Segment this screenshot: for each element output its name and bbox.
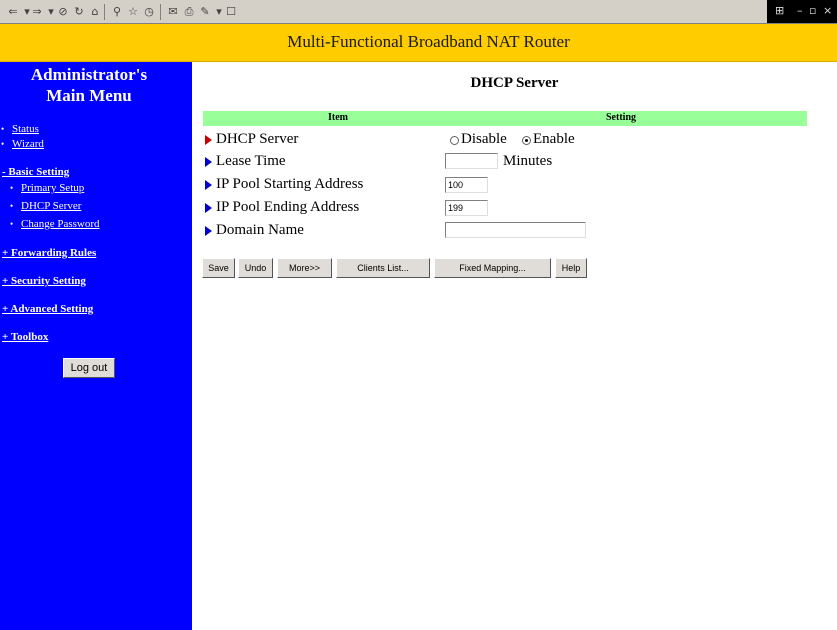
- lease-time-input[interactable]: [445, 153, 498, 169]
- back-icon[interactable]: ⇐: [6, 5, 20, 19]
- sidebar-item-primary-setup[interactable]: Primary Setup: [21, 182, 84, 194]
- toolbar-separator: [160, 4, 161, 20]
- bullet-icon: •: [10, 219, 14, 229]
- close-icon[interactable]: ×: [823, 4, 832, 18]
- sidebar-item-change-password[interactable]: Change Password: [21, 218, 100, 230]
- edit-icon[interactable]: ✎: [198, 5, 212, 19]
- row-label-pool-start: IP Pool Starting Address: [216, 176, 364, 192]
- radio-disable[interactable]: [450, 136, 459, 145]
- forward-icon[interactable]: ⇒: [30, 5, 44, 19]
- help-button[interactable]: Help: [555, 258, 587, 278]
- window-controls: ⊞ – ▫ ×: [767, 0, 837, 23]
- sidebar-item-advanced-setting[interactable]: + Advanced Setting: [2, 303, 93, 315]
- row-arrow-icon: [205, 226, 212, 236]
- sidebar-item-dhcp-server[interactable]: DHCP Server: [21, 200, 81, 212]
- toolbar-separator: [104, 4, 105, 20]
- logout-button[interactable]: Log out: [63, 358, 115, 378]
- save-button[interactable]: Save: [202, 258, 235, 278]
- stop-icon[interactable]: ⊘: [56, 5, 70, 19]
- sidebar-item-status[interactable]: Status: [12, 123, 39, 135]
- sidebar: Administrator's Main Menu • Status • Wiz…: [0, 62, 192, 630]
- menu-title: Administrator's Main Menu: [0, 64, 178, 106]
- pool-start-input[interactable]: 100: [445, 177, 488, 193]
- row-label-dhcp-server: DHCP Server: [216, 131, 299, 147]
- sidebar-item-security-setting[interactable]: + Security Setting: [2, 275, 86, 287]
- page-title: DHCP Server: [470, 75, 559, 91]
- favorites-icon[interactable]: ☆: [126, 5, 140, 19]
- domain-name-input[interactable]: [445, 222, 586, 238]
- undo-button[interactable]: Undo: [238, 258, 273, 278]
- print-icon[interactable]: ⎙: [182, 5, 196, 19]
- row-arrow-icon: [205, 157, 212, 167]
- row-arrow-icon: [205, 203, 212, 213]
- menu-title-line1: Administrator's: [30, 65, 148, 84]
- home-icon[interactable]: ⌂: [88, 5, 102, 19]
- sidebar-item-forwarding-rules[interactable]: + Forwarding Rules: [2, 247, 96, 259]
- sidebar-item-toolbox[interactable]: + Toolbox: [2, 331, 48, 343]
- row-arrow-icon: [205, 135, 212, 145]
- fixed-mapping-button[interactable]: Fixed Mapping...: [434, 258, 551, 278]
- bullet-icon: •: [1, 124, 5, 134]
- pool-end-input[interactable]: 199: [445, 200, 488, 216]
- row-arrow-icon: [205, 180, 212, 190]
- column-header-setting: Setting: [606, 112, 636, 123]
- bullet-icon: •: [10, 183, 14, 193]
- maximize-icon[interactable]: ▫: [809, 4, 816, 18]
- radio-disable-label: Disable: [461, 131, 507, 147]
- lease-time-unit: Minutes: [503, 153, 553, 169]
- search-icon[interactable]: ⚲: [110, 5, 124, 19]
- row-label-pool-end: IP Pool Ending Address: [216, 199, 360, 215]
- sidebar-item-basic-setting[interactable]: - Basic Setting: [2, 166, 69, 178]
- minimize-icon[interactable]: –: [797, 4, 803, 18]
- sidebar-item-wizard[interactable]: Wizard: [12, 138, 44, 150]
- menu-title-line2: Main Menu: [46, 86, 132, 105]
- radio-enable-label: Enable: [533, 131, 575, 147]
- column-header-item: Item: [328, 112, 348, 123]
- row-label-lease-time: Lease Time: [216, 153, 286, 169]
- row-label-domain-name: Domain Name: [216, 222, 304, 238]
- discuss-icon[interactable]: ☐: [224, 5, 238, 19]
- header-title: Multi-Functional Broadband NAT Router: [287, 32, 570, 51]
- history-icon[interactable]: ◷: [142, 5, 156, 19]
- clients-list-button[interactable]: Clients List...: [336, 258, 430, 278]
- browser-toolbar: ⇐ ▾ ⇒ ▾ ⊘ ↻ ⌂ ⚲ ☆ ◷ ✉ ⎙ ✎ ▾ ☐ ⊞ – ▫ ×: [0, 0, 837, 24]
- router-header: Multi-Functional Broadband NAT Router: [0, 24, 837, 62]
- refresh-icon[interactable]: ↻: [72, 5, 86, 19]
- radio-enable[interactable]: [522, 136, 531, 145]
- table-header: Item Setting: [203, 111, 807, 126]
- windows-logo-icon: ⊞: [775, 4, 785, 17]
- mail-icon[interactable]: ✉: [166, 5, 180, 19]
- bullet-icon: •: [10, 201, 14, 211]
- more-button[interactable]: More>>: [277, 258, 332, 278]
- bullet-icon: •: [1, 139, 5, 149]
